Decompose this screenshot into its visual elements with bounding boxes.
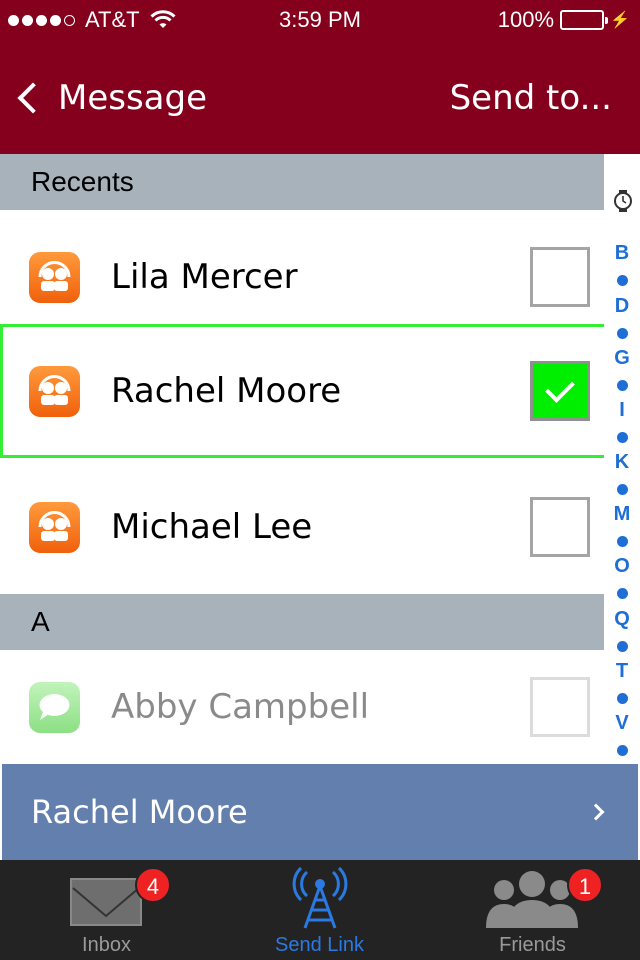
send-to-button[interactable]: Send to... <box>450 78 612 118</box>
status-right: 100% ⚡ <box>498 7 630 33</box>
contacts-app-icon <box>29 366 80 417</box>
index-letter[interactable]: K <box>604 451 640 474</box>
index-letter[interactable]: I <box>604 399 640 422</box>
back-button-label: Message <box>58 78 208 118</box>
index-letter[interactable]: D <box>604 295 640 318</box>
people-icon <box>486 871 578 928</box>
tab-bar: 4 Inbox Send Link 1 Friends <box>0 860 640 960</box>
contact-checkbox[interactable] <box>530 247 590 307</box>
index-dot[interactable] <box>617 536 628 547</box>
index-letter[interactable]: M <box>604 503 640 526</box>
battery-percent: 100% <box>497 7 555 32</box>
messages-app-icon <box>29 682 80 733</box>
contact-row[interactable]: Michael Lee <box>0 460 604 594</box>
index-dot[interactable] <box>617 745 628 756</box>
index-dot[interactable] <box>617 641 628 652</box>
selected-recipient-name: Rachel Moore <box>31 793 248 831</box>
charging-icon: ⚡ <box>610 12 630 29</box>
nav-bar: Message Send to... <box>0 40 640 154</box>
chevron-right-icon <box>587 803 605 821</box>
tab-inbox[interactable]: 4 Inbox <box>0 860 213 960</box>
index-dot[interactable] <box>617 328 628 339</box>
index-letter[interactable]: G <box>604 347 640 370</box>
tab-friends[interactable]: 1 Friends <box>426 860 639 960</box>
section-header-recents: Recents <box>0 154 604 210</box>
contacts-app-icon <box>29 252 80 303</box>
tab-send-link[interactable]: Send Link <box>213 860 426 960</box>
index-dot[interactable] <box>617 275 628 286</box>
section-header-a: A <box>0 594 604 650</box>
index-letter[interactable]: V <box>604 712 640 735</box>
chevron-left-icon <box>17 82 49 114</box>
contact-checkbox[interactable] <box>530 677 590 737</box>
index-dot[interactable] <box>617 380 628 391</box>
contact-row[interactable]: Abby Campbell <box>0 650 604 764</box>
contact-name: Michael Lee <box>111 507 313 547</box>
tab-label: Send Link <box>275 934 364 956</box>
back-button[interactable]: Message <box>16 78 207 118</box>
index-letter[interactable]: B <box>604 242 640 265</box>
index-letter[interactable]: T <box>604 660 640 683</box>
friends-badge: 1 <box>567 867 603 903</box>
index-dot[interactable] <box>617 588 628 599</box>
contact-checkbox[interactable] <box>530 497 590 557</box>
tab-label: Inbox <box>82 934 131 956</box>
envelope-icon <box>70 878 142 926</box>
selected-recipients-bar[interactable]: Rachel Moore <box>2 764 638 860</box>
contact-checkbox-checked[interactable] <box>530 361 590 421</box>
index-dot[interactable] <box>617 693 628 704</box>
battery-icon <box>560 10 609 30</box>
inbox-badge: 4 <box>135 867 171 903</box>
contact-row-selected[interactable]: Rachel Moore <box>0 324 640 458</box>
status-bar: AT&T 3:59 PM 100% ⚡ <box>0 0 640 40</box>
index-letter[interactable]: Q <box>604 608 640 631</box>
recents-clock-icon[interactable] <box>612 190 634 212</box>
antenna-icon <box>292 866 348 929</box>
alphabet-index[interactable]: B D G I K M O Q T V <box>604 154 640 764</box>
index-dot[interactable] <box>617 432 628 443</box>
index-dot[interactable] <box>617 484 628 495</box>
index-letter[interactable]: O <box>604 555 640 578</box>
contact-name: Rachel Moore <box>111 371 342 411</box>
contact-name: Abby Campbell <box>111 687 370 727</box>
contacts-app-icon <box>29 502 80 553</box>
checkmark-icon <box>545 373 575 403</box>
tab-label: Friends <box>499 934 566 956</box>
